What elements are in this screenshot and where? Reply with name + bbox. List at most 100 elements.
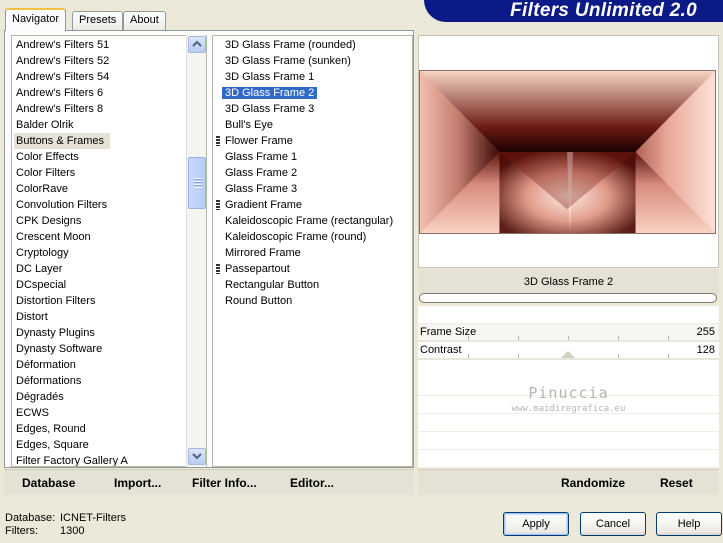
category-item[interactable]: Crescent Moon [14,229,206,245]
category-item[interactable]: Déformation [14,357,206,373]
filter-item-label: 3D Glass Frame 2 [222,87,318,99]
filter-item[interactable]: Passepartout [213,261,412,277]
category-item[interactable]: Cryptology [14,245,206,261]
category-item[interactable]: Dégradés [14,389,206,405]
category-item[interactable]: Balder Olrik [14,117,206,133]
filter-item[interactable]: Round Button [213,293,412,309]
status-filters-label: Filters: [5,525,38,537]
param-row-empty [418,306,719,324]
progress-bar [419,293,717,303]
randomize-button[interactable]: Randomize [561,476,625,490]
preview-image [419,70,716,234]
category-item[interactable]: Dynasty Software [14,341,206,357]
category-item[interactable]: Convolution Filters [14,197,206,213]
status-database-value: ICNET-Filters [60,512,126,524]
filter-item[interactable]: Kaleidoscopic Frame (round) [213,229,412,245]
filter-item-label: Bull's Eye [225,119,273,131]
filter-item[interactable]: Glass Frame 3 [213,181,412,197]
preset-marker-icon [216,264,220,274]
app-title-banner: Filters Unlimited 2.0 [424,0,723,22]
param-row-empty [418,414,719,432]
filter-item-label: Glass Frame 3 [225,183,298,195]
tab-about[interactable]: About [123,11,166,30]
filter-item-label: 3D Glass Frame 3 [225,103,315,115]
filter-name-label: 3D Glass Frame 2 [418,269,719,295]
preset-button-strip: Randomize Reset [418,469,719,495]
apply-button[interactable]: Apply [503,512,569,536]
watermark-site: www.maidiregrafica.eu [511,404,626,414]
category-item[interactable]: DC Layer [14,261,206,277]
param-row-empty [418,450,719,468]
database-button[interactable]: Database [22,476,75,490]
category-item[interactable]: Color Filters [14,165,206,181]
filter-item-label: Kaleidoscopic Frame (round) [225,231,367,243]
category-item[interactable]: Color Effects [14,149,206,165]
category-item[interactable]: DCspecial [14,277,206,293]
category-item[interactable]: Déformations [14,373,206,389]
category-item[interactable]: Buttons & Frames [14,133,111,149]
scroll-thumb[interactable] [188,157,206,209]
filter-item[interactable]: Flower Frame [213,133,412,149]
filter-item[interactable]: Glass Frame 1 [213,149,412,165]
filter-item-label: Glass Frame 1 [225,151,298,163]
filter-item[interactable]: 3D Glass Frame (rounded) [213,37,412,53]
preview-panel [418,35,719,268]
filter-item[interactable]: 3D Glass Frame 1 [213,69,412,85]
filter-item[interactable]: Kaleidoscopic Frame (rectangular) [213,213,412,229]
tab-presets[interactable]: Presets [72,11,124,30]
param-label: Contrast [420,344,462,356]
filter-item[interactable]: Bull's Eye [213,117,412,133]
category-item[interactable]: Dynasty Plugins [14,325,206,341]
filter-item[interactable]: Mirrored Frame [213,245,412,261]
tab-navigator[interactable]: Navigator [5,8,67,31]
filter-item[interactable]: 3D Glass Frame (sunken) [213,53,412,69]
category-item[interactable]: Andrew's Filters 51 [14,37,206,53]
editor-button[interactable]: Editor... [290,476,334,490]
filter-item-label: Gradient Frame [225,199,303,211]
category-item[interactable]: ECWS [14,405,206,421]
category-item[interactable]: ColorRave [14,181,206,197]
category-item[interactable]: Edges, Square [14,437,206,453]
category-item[interactable]: Andrew's Filters 6 [14,85,206,101]
param-row-empty [418,432,719,450]
param-value: 128 [696,344,715,356]
category-item[interactable]: Filter Factory Gallery A [14,453,206,466]
param-row-frame-size[interactable]: Frame Size 255 [418,324,719,342]
filter-item-label: Round Button [225,295,293,307]
filter-item[interactable]: Gradient Frame [213,197,412,213]
category-item[interactable]: Andrew's Filters 52 [14,53,206,69]
category-item[interactable]: Distortion Filters [14,293,206,309]
preset-marker-icon [216,136,220,146]
cancel-button[interactable]: Cancel [580,512,646,536]
category-item[interactable]: Andrew's Filters 54 [14,69,206,85]
category-item[interactable]: Edges, Round [14,421,206,437]
category-list[interactable]: Andrew's Filters 51 Andrew's Filters 52 An… [11,35,207,467]
category-scrollbar[interactable] [186,35,206,467]
filter-item[interactable]: Rectangular Button [213,277,412,293]
filter-item[interactable]: Glass Frame 2 [213,165,412,181]
filter-item-label: Kaleidoscopic Frame (rectangular) [225,215,394,227]
param-value: 255 [696,326,715,338]
filter-item[interactable]: 3D Glass Frame 3 [213,101,412,117]
filter-item-label: Flower Frame [225,135,293,147]
filter-item[interactable]: 3D Glass Frame 2 [213,85,412,101]
status-filters-value: 1300 [60,525,85,537]
category-item[interactable]: CPK Designs [14,213,206,229]
filter-list[interactable]: 3D Glass Frame (rounded) 3D Glass Frame (… [212,35,413,467]
help-button[interactable]: Help [656,512,722,536]
category-item[interactable]: Andrew's Filters 8 [14,101,206,117]
scroll-down-button[interactable] [188,448,206,465]
status-database-label: Database: [5,512,56,524]
import-button[interactable]: Import... [114,476,161,490]
filter-item-label: Rectangular Button [225,279,320,291]
contrast-slider-knob[interactable] [561,351,575,358]
filter-info-button[interactable]: Filter Info... [192,476,257,490]
filter-item-label: 3D Glass Frame (rounded) [225,39,356,51]
param-slider-contrast[interactable] [418,354,719,360]
category-item[interactable]: Distort [14,309,206,325]
chevron-up-icon [192,40,202,47]
filter-item-label: Mirrored Frame [225,247,301,259]
filter-item-label: Glass Frame 2 [225,167,298,179]
reset-button[interactable]: Reset [660,476,693,490]
scroll-up-button[interactable] [188,36,206,53]
